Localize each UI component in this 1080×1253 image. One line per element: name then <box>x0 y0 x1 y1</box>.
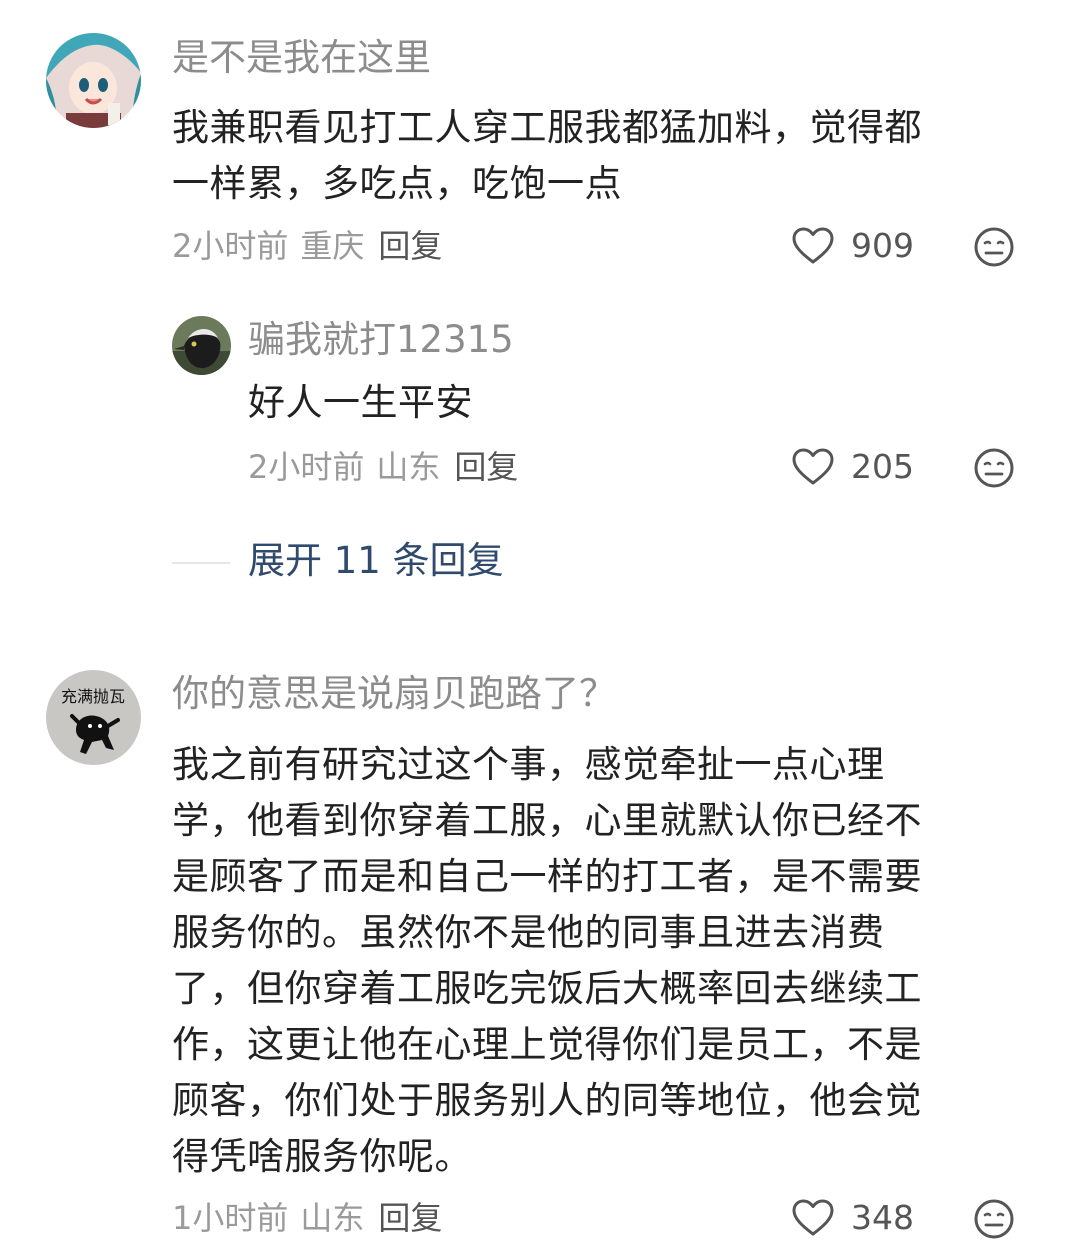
avatar-text: 充满抛瓦 <box>61 687 125 706</box>
reply-button[interactable]: 回复 <box>378 227 442 265</box>
comment-content: 我兼职看见打工人穿工服我都猛加料，觉得都 一样累，多吃点，吃饱一点 <box>172 100 1022 212</box>
heart-outline-icon <box>792 448 834 485</box>
comment-line: 我兼职看见打工人穿工服我都猛加料，觉得都 <box>172 106 922 149</box>
heart-outline-icon <box>792 1199 834 1236</box>
reply-button[interactable]: 回复 <box>378 1199 442 1237</box>
comment-line: 学，他看到你穿着工服，心里就默认你已经不 <box>172 799 922 842</box>
comment-line: 顾客，你们处于服务别人的同等地位，他会觉 <box>172 1079 922 1122</box>
reply-location: 山东 <box>376 448 441 486</box>
like-button[interactable]: 205 <box>791 445 914 489</box>
like-count: 205 <box>851 447 914 486</box>
comment-time: 1小时前 <box>172 1199 289 1237</box>
reply-content: 好人一生平安 <box>248 375 1018 431</box>
avatar[interactable]: 充满抛瓦 <box>46 670 141 765</box>
avatar[interactable] <box>172 316 231 375</box>
comment-line: 服务你的。虽然你不是他的同事且进去消费 <box>172 911 885 954</box>
reply-button[interactable]: 回复 <box>454 448 518 486</box>
comment-location: 山东 <box>300 1199 365 1237</box>
reply-username[interactable]: 骗我就打12315 <box>248 316 514 364</box>
reply-meta: 2小时前 山东 回复 <box>248 445 518 489</box>
comment-line: 了，但你穿着工服吃完饭后大概率回去继续工 <box>172 967 922 1010</box>
comment-username[interactable]: 你的意思是说扇贝跑路了？ <box>172 670 616 718</box>
meh-face-icon[interactable] <box>973 226 1015 268</box>
comment-username[interactable]: 是不是我在这里 <box>172 34 431 82</box>
reply-line: 好人一生平安 <box>248 381 473 424</box>
expand-replies-button[interactable]: 展开 11 条回复 <box>248 537 504 585</box>
reply-time: 2小时前 <box>248 448 365 486</box>
comment-line: 我之前有研究过这个事，感觉牵扯一点心理 <box>172 743 885 786</box>
comment-line: 作，这更让他在心理上觉得你们是员工，不是 <box>172 1023 922 1066</box>
comment-meta: 2小时前 重庆 回复 <box>172 224 442 268</box>
comment-line: 是顾客了而是和自己一样的打工者，是不需要 <box>172 855 922 898</box>
like-count: 348 <box>851 1198 914 1237</box>
meh-face-icon[interactable] <box>973 1198 1015 1240</box>
divider <box>172 562 230 564</box>
comment-meta: 1小时前 山东 回复 <box>172 1196 442 1240</box>
comment-time: 2小时前 <box>172 227 289 265</box>
comment-line: 一样累，多吃点，吃饱一点 <box>172 162 622 205</box>
like-button[interactable]: 909 <box>791 224 914 268</box>
comment-content: 我之前有研究过这个事，感觉牵扯一点心理 学，他看到你穿着工服，心里就默认你已经不… <box>172 737 1022 1185</box>
avatar[interactable] <box>46 33 141 128</box>
comment-line: 得凭啥服务你呢。 <box>172 1135 472 1178</box>
like-count: 909 <box>851 226 914 265</box>
heart-outline-icon <box>792 227 834 264</box>
like-button[interactable]: 348 <box>791 1196 914 1240</box>
comment-location: 重庆 <box>300 227 365 265</box>
meh-face-icon[interactable] <box>973 447 1015 489</box>
